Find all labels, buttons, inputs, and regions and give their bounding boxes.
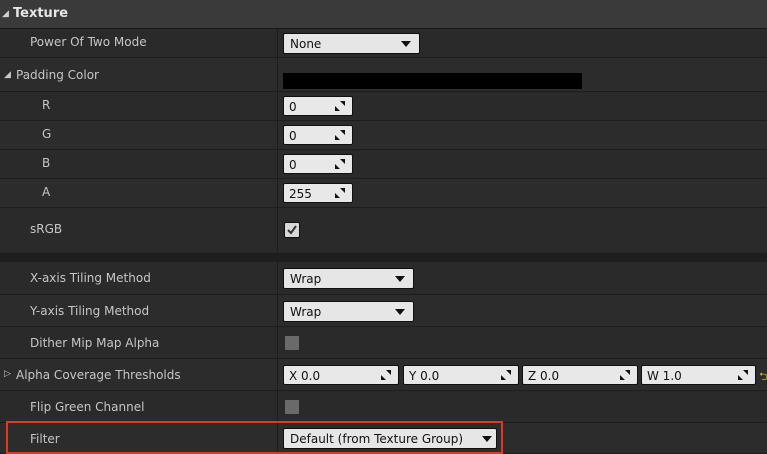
g-value: 0	[289, 129, 297, 143]
row-padding-color: ◢ Padding Color	[0, 58, 767, 92]
section-title: Texture	[13, 6, 69, 21]
spin-drag-icon[interactable]	[334, 158, 346, 170]
a-label: A	[42, 185, 51, 199]
padding-color-swatch[interactable]	[283, 73, 582, 89]
row-power-of-two-mode: Power Of Two Mode None	[0, 29, 767, 58]
power-of-two-value: None	[290, 37, 322, 51]
row-srgb: sRGB	[0, 208, 767, 254]
flip-green-label: Flip Green Channel	[30, 400, 145, 414]
spin-drag-icon[interactable]	[500, 369, 512, 381]
row-r: R 0	[0, 92, 767, 121]
filter-label: Filter	[30, 432, 60, 446]
row-filter: Filter Default (from Texture Group)	[0, 423, 767, 454]
alpha-coverage-label: Alpha Coverage Thresholds	[16, 368, 181, 382]
power-of-two-label: Power Of Two Mode	[30, 35, 147, 49]
checkmark-icon	[287, 225, 297, 235]
alpha-z-value: Z 0.0	[528, 369, 560, 383]
chevron-down-icon	[482, 436, 492, 442]
x-tiling-dropdown[interactable]: Wrap	[283, 268, 414, 289]
chevron-down-icon	[395, 276, 405, 282]
reset-to-default-icon[interactable]: ⮌	[759, 368, 767, 387]
section-separator	[0, 254, 767, 262]
row-b: B 0	[0, 150, 767, 179]
dither-checkbox[interactable]	[284, 335, 300, 351]
row-a: A 255	[0, 179, 767, 208]
alpha-y-value: Y 0.0	[409, 369, 440, 383]
a-input[interactable]: 255	[283, 183, 353, 203]
row-alpha-coverage: ▷ Alpha Coverage Thresholds X 0.0 Y 0.0 …	[0, 359, 767, 391]
power-of-two-dropdown[interactable]: None	[283, 33, 420, 54]
padding-color-label: Padding Color	[16, 68, 99, 82]
b-input[interactable]: 0	[283, 154, 353, 174]
spin-drag-icon[interactable]	[334, 100, 346, 112]
chevron-down-icon	[395, 309, 405, 315]
a-value: 255	[289, 187, 312, 201]
y-tiling-label: Y-axis Tiling Method	[30, 304, 150, 318]
chevron-down-icon	[401, 41, 411, 47]
filter-value: Default (from Texture Group)	[290, 432, 464, 446]
b-label: B	[42, 156, 51, 170]
collapse-triangle-icon[interactable]: ◢	[2, 9, 9, 19]
row-y-tiling: Y-axis Tiling Method Wrap	[0, 295, 767, 327]
x-tiling-value: Wrap	[290, 272, 322, 286]
expand-triangle-icon[interactable]: ▷	[4, 369, 11, 379]
r-value: 0	[289, 100, 297, 114]
spin-drag-icon[interactable]	[334, 187, 346, 199]
alpha-x-value: X 0.0	[289, 369, 321, 383]
alpha-coverage-z-input[interactable]: Z 0.0	[522, 365, 638, 385]
row-dither-mip-map-alpha: Dither Mip Map Alpha	[0, 327, 767, 359]
alpha-coverage-w-input[interactable]: W 1.0	[641, 365, 756, 385]
spin-drag-icon[interactable]	[380, 369, 392, 381]
x-tiling-label: X-axis Tiling Method	[30, 271, 151, 285]
alpha-coverage-y-input[interactable]: Y 0.0	[403, 365, 519, 385]
spin-drag-icon[interactable]	[737, 369, 749, 381]
flip-green-checkbox[interactable]	[284, 399, 300, 415]
alpha-w-value: W 1.0	[647, 369, 682, 383]
srgb-label: sRGB	[30, 222, 63, 236]
spin-drag-icon[interactable]	[619, 369, 631, 381]
y-tiling-dropdown[interactable]: Wrap	[283, 301, 414, 322]
row-g: G 0	[0, 121, 767, 150]
row-x-tiling: X-axis Tiling Method Wrap	[0, 262, 767, 295]
row-flip-green-channel: Flip Green Channel	[0, 391, 767, 423]
g-label: G	[42, 127, 52, 141]
r-label: R	[42, 98, 51, 112]
texture-section-header[interactable]: ◢ Texture	[0, 0, 767, 29]
spin-drag-icon[interactable]	[334, 129, 346, 141]
filter-dropdown[interactable]: Default (from Texture Group)	[283, 428, 497, 449]
alpha-coverage-x-input[interactable]: X 0.0	[283, 365, 399, 385]
dither-label: Dither Mip Map Alpha	[30, 336, 160, 350]
y-tiling-value: Wrap	[290, 305, 322, 319]
r-input[interactable]: 0	[283, 96, 353, 116]
expand-triangle-icon[interactable]: ◢	[4, 70, 11, 80]
g-input[interactable]: 0	[283, 125, 353, 145]
srgb-checkbox[interactable]	[284, 222, 300, 238]
b-value: 0	[289, 158, 297, 172]
